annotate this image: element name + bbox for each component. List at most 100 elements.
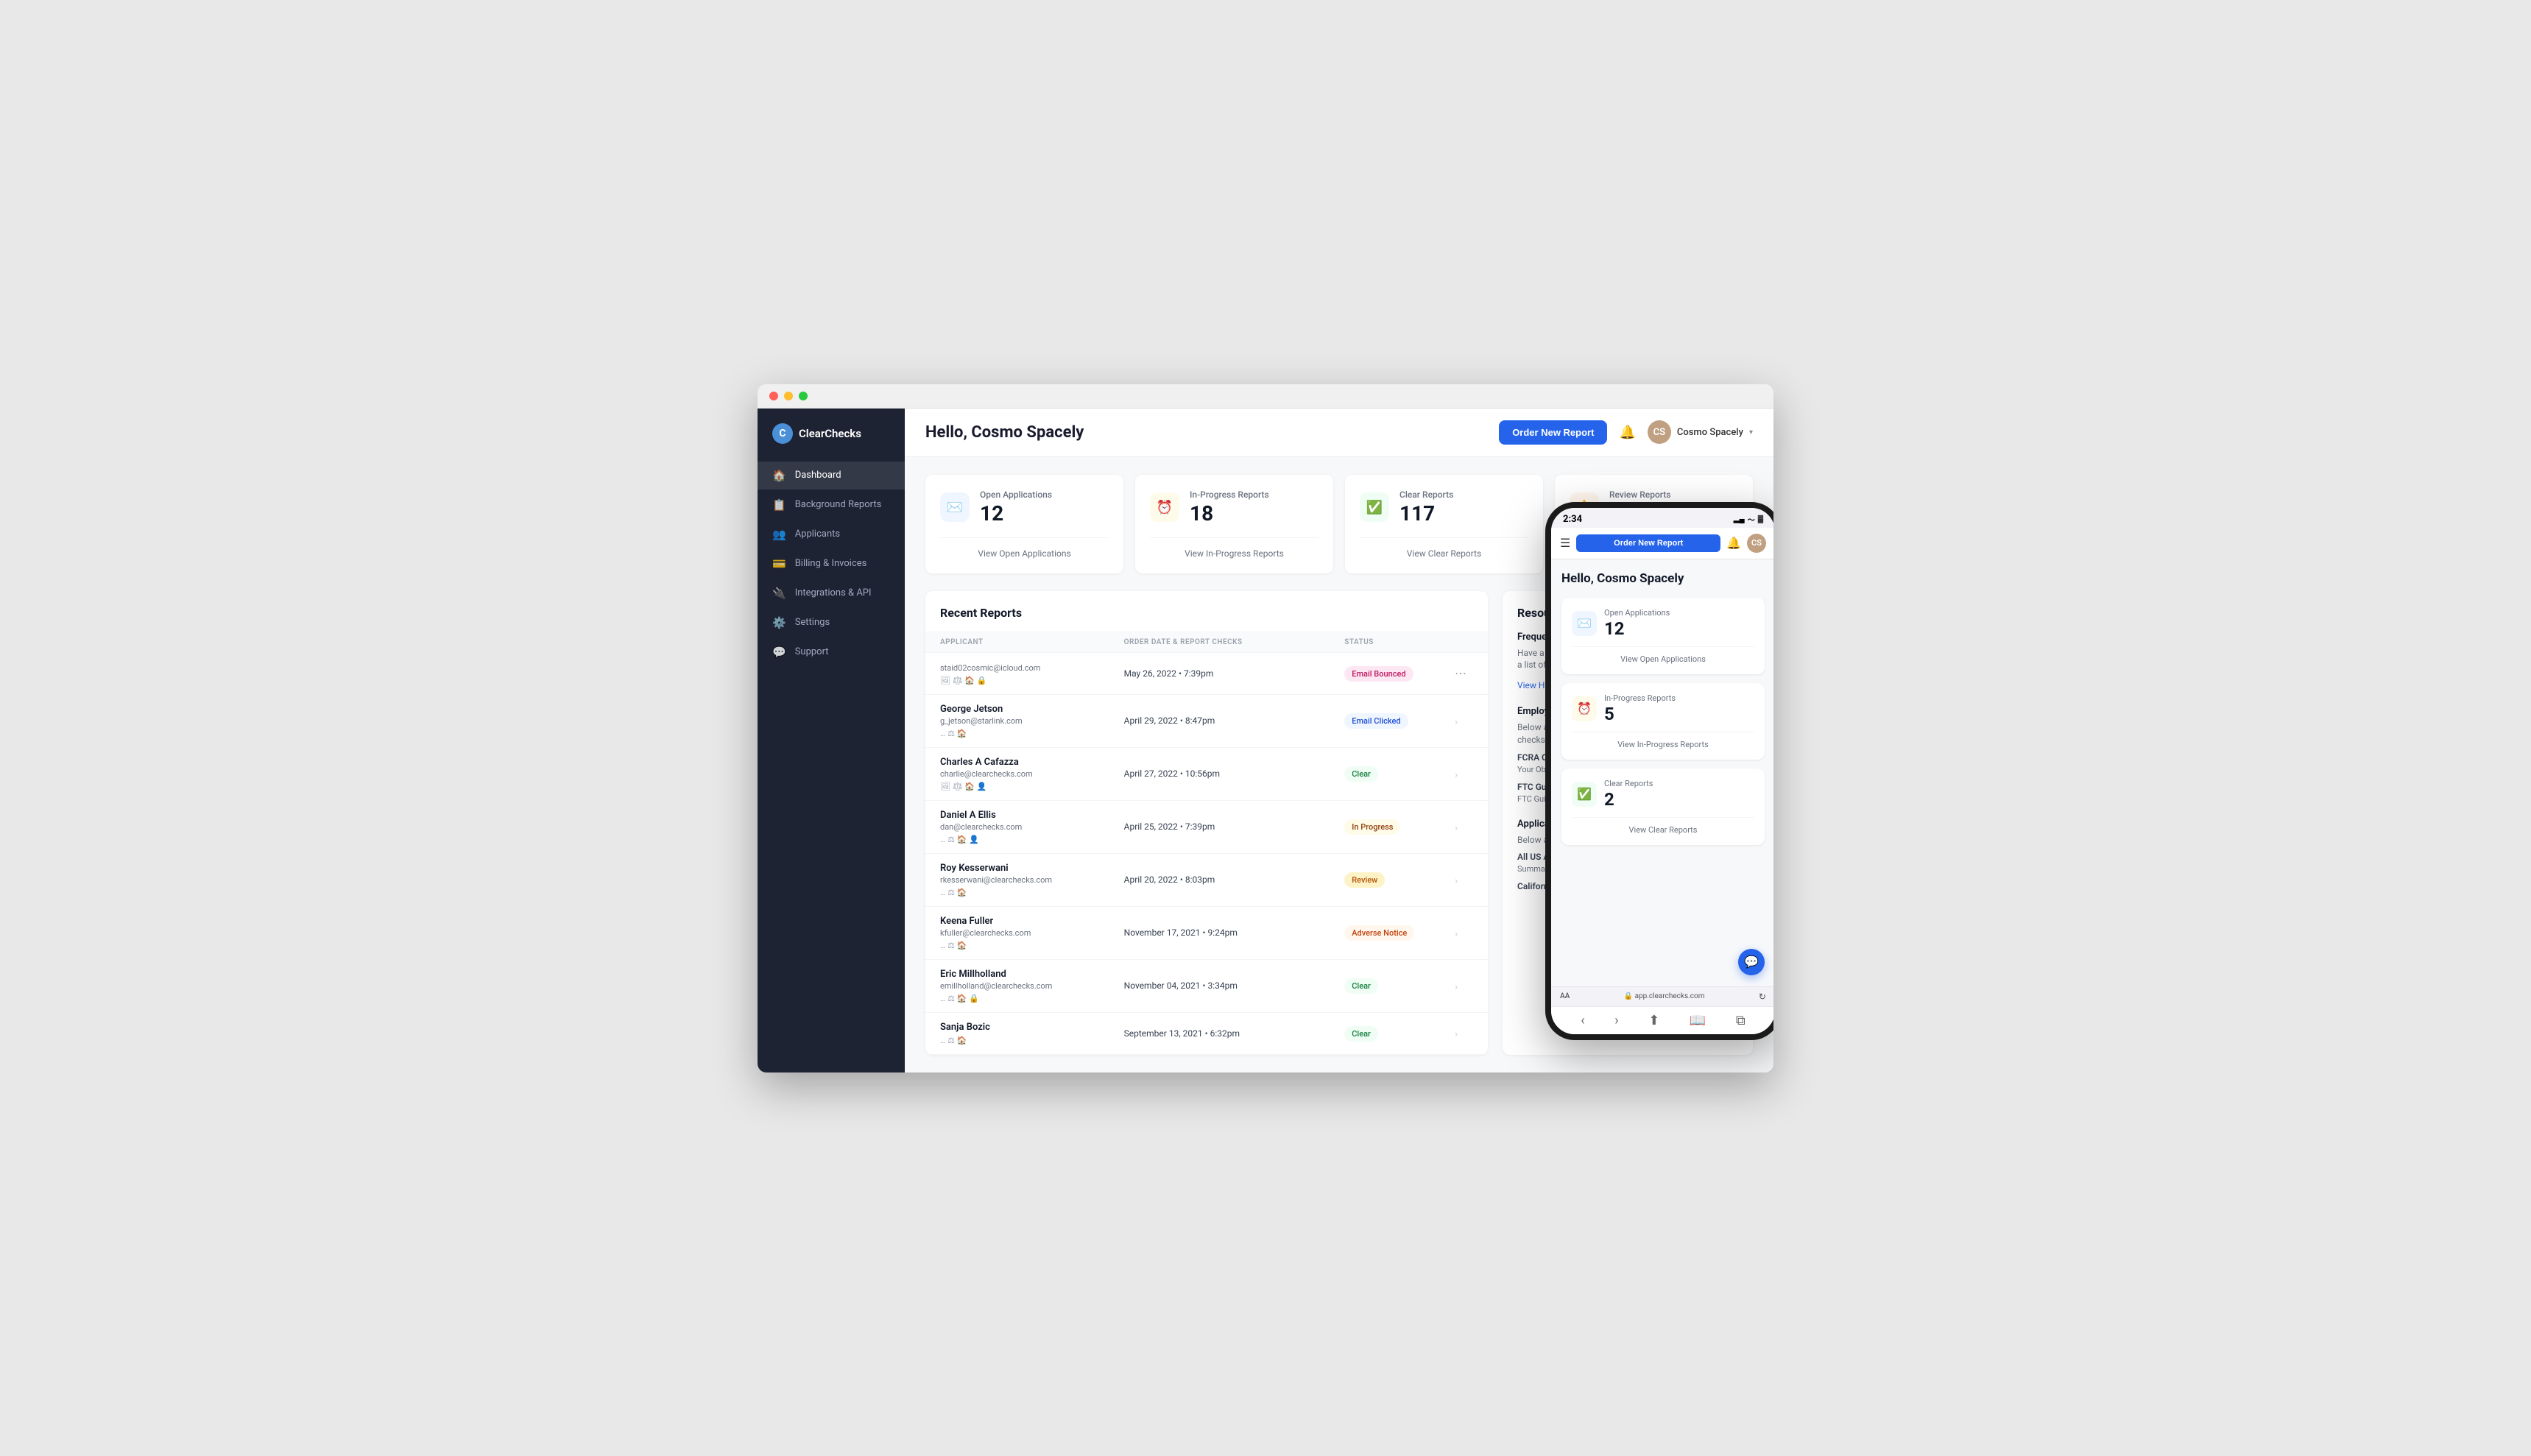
status-cell: Clear <box>1344 1025 1455 1042</box>
table-row[interactable]: Sanja Bozic … ⚖ 🏠 September 13, 2021 • 6… <box>925 1013 1488 1055</box>
mobile-share-icon[interactable]: ⬆ <box>1648 1013 1659 1028</box>
applicant-name: Daniel A Ellis <box>940 810 1124 821</box>
sidebar: C ClearChecks 🏠 Dashboard 📋 Background R… <box>758 409 905 1072</box>
stat-label: Review Reports <box>1609 490 1670 500</box>
th-actions <box>1455 638 1473 646</box>
mobile-order-button[interactable]: Order New Report <box>1576 534 1720 552</box>
browser-window: C ClearChecks 🏠 Dashboard 📋 Background R… <box>758 384 1773 1072</box>
order-date-cell: May 26, 2022 • 7:39pm <box>1124 668 1345 679</box>
applicant-email: kfuller@clearchecks.com <box>940 928 1124 938</box>
mobile-aa-label[interactable]: AA <box>1560 992 1570 1000</box>
stat-label: In-Progress Reports <box>1190 490 1269 500</box>
order-new-report-button[interactable]: Order New Report <box>1499 420 1607 445</box>
mobile-reload-icon[interactable]: ↻ <box>1759 992 1766 1002</box>
mobile-menu-icon[interactable]: ☰ <box>1560 536 1570 550</box>
status-badge: Email Clicked <box>1344 713 1408 729</box>
table-header: Applicant Order Date & Report Checks Sta… <box>925 632 1488 653</box>
applicant-cell: Roy Kesserwani rkesserwani@clearchecks.c… <box>940 863 1124 897</box>
table-row[interactable]: staid02cosmic@icloud.com 🖼 ⚖ 🏠 🔒 May 26,… <box>925 653 1488 695</box>
order-date-cell: September 13, 2021 • 6:32pm <box>1124 1028 1345 1039</box>
mobile-view-clear-link[interactable]: View Clear Reports <box>1572 817 1754 835</box>
status-cell: Review <box>1344 872 1455 888</box>
recent-reports-title: Recent Reports <box>925 591 1488 632</box>
table-row[interactable]: Charles A Cafazza charlie@clearchecks.co… <box>925 748 1488 801</box>
table-row[interactable]: Roy Kesserwani rkesserwani@clearchecks.c… <box>925 854 1488 907</box>
chevron-right-icon: › <box>1455 928 1458 940</box>
more-options-icon[interactable]: ⋯ <box>1455 666 1466 680</box>
sidebar-item-label: Integrations & API <box>795 587 872 598</box>
mobile-view-in-progress-link[interactable]: View In-Progress Reports <box>1572 732 1754 749</box>
order-date-cell: April 27, 2022 • 10:56pm <box>1124 768 1345 779</box>
mobile-stat-info: Clear Reports 2 <box>1604 779 1653 810</box>
order-date: April 20, 2022 • 8:03pm <box>1124 874 1345 885</box>
mobile-clock-icon: ⏰ <box>1572 696 1597 721</box>
logo-text: ClearChecks <box>799 427 861 440</box>
stat-value: 12 <box>980 501 1052 526</box>
applicant-cell: Sanja Bozic … ⚖ 🏠 <box>940 1022 1124 1045</box>
applicant-icons: … ⚖ 🏠 <box>940 729 1124 738</box>
table-row[interactable]: Daniel A Ellis dan@clearchecks.com … ⚖ 🏠… <box>925 801 1488 854</box>
mobile-stat-top: ✉️ Open Applications 12 <box>1572 608 1754 639</box>
mobile-back-icon[interactable]: ‹ <box>1581 1013 1584 1028</box>
status-badge: Adverse Notice <box>1344 925 1414 941</box>
sidebar-item-settings[interactable]: ⚙️ Settings <box>758 609 905 637</box>
mobile-stat-label: In-Progress Reports <box>1604 693 1676 703</box>
close-button[interactable] <box>769 392 778 400</box>
status-badge: Email Bounced <box>1344 666 1413 682</box>
mobile-notification-icon[interactable]: 🔔 <box>1726 536 1741 550</box>
notification-icon[interactable]: 🔔 <box>1619 425 1635 440</box>
mobile-time: 2:34 <box>1563 514 1582 525</box>
sidebar-item-integrations[interactable]: 🔌 Integrations & API <box>758 579 905 607</box>
view-in-progress-link[interactable]: View In-Progress Reports <box>1150 537 1319 559</box>
order-date: November 04, 2021 • 3:34pm <box>1124 980 1345 991</box>
actions-cell: › <box>1455 873 1473 887</box>
view-clear-reports-link[interactable]: View Clear Reports <box>1360 537 1528 559</box>
th-applicant: Applicant <box>940 638 1124 646</box>
mobile-forward-icon[interactable]: › <box>1614 1013 1618 1028</box>
status-badge: Clear <box>1344 978 1378 994</box>
view-open-applications-link[interactable]: View Open Applications <box>940 537 1109 559</box>
user-menu[interactable]: CS Cosmo Spacely ▾ <box>1648 420 1753 444</box>
open-applications-icon-wrap: ✉️ <box>940 492 970 522</box>
th-order-date: Order Date & Report Checks <box>1124 638 1345 646</box>
sidebar-item-support[interactable]: 💬 Support <box>758 638 905 666</box>
api-icon: 🔌 <box>772 587 786 600</box>
mobile-status-bar: 2:34 ▂▄ 〜 ▓ <box>1551 508 1773 528</box>
mobile-chat-button[interactable]: 💬 <box>1738 949 1765 975</box>
battery-icon: ▓ <box>1758 515 1763 523</box>
browser-titlebar <box>758 384 1773 409</box>
status-cell: Email Clicked <box>1344 713 1455 729</box>
gear-icon: ⚙️ <box>772 616 786 629</box>
mobile-bookmarks-icon[interactable]: 📖 <box>1690 1013 1706 1028</box>
table-row[interactable]: Eric Millholland emillholland@clearcheck… <box>925 960 1488 1013</box>
mobile-url-bar: AA 🔒 app.clearchecks.com ↻ <box>1551 986 1773 1006</box>
status-badge: In Progress <box>1344 819 1400 835</box>
order-date-cell: April 20, 2022 • 8:03pm <box>1124 874 1345 885</box>
clipboard-icon: 📋 <box>772 498 786 512</box>
mobile-stat-top: ✅ Clear Reports 2 <box>1572 779 1754 810</box>
sidebar-item-label: Applicants <box>795 529 840 540</box>
actions-cell: › <box>1455 979 1473 993</box>
mobile-envelope-icon: ✉️ <box>1572 611 1597 636</box>
mobile-url-text: 🔒 app.clearchecks.com <box>1624 992 1705 1000</box>
sidebar-item-billing[interactable]: 💳 Billing & Invoices <box>758 550 905 578</box>
chevron-right-icon: › <box>1455 822 1458 834</box>
mobile-stat-label: Open Applications <box>1604 608 1670 618</box>
mobile-stat-top: ⏰ In-Progress Reports 5 <box>1572 693 1754 724</box>
checkmark-icon: ✅ <box>1366 500 1383 515</box>
actions-cell: › <box>1455 820 1473 834</box>
sidebar-item-background-reports[interactable]: 📋 Background Reports <box>758 491 905 519</box>
table-row[interactable]: George Jetson g_jetson@starlink.com … ⚖ … <box>925 695 1488 748</box>
billing-icon: 💳 <box>772 557 786 570</box>
sidebar-item-dashboard[interactable]: 🏠 Dashboard <box>758 462 905 490</box>
applicant-icons: … ⚖ 🏠 👤 <box>940 835 1124 844</box>
status-cell: Clear <box>1344 766 1455 782</box>
minimize-button[interactable] <box>784 392 793 400</box>
sidebar-item-applicants[interactable]: 👥 Applicants <box>758 520 905 548</box>
mobile-tabs-icon[interactable]: ⧉ <box>1736 1013 1745 1028</box>
stat-card-top: ⏰ In-Progress Reports 18 <box>1150 490 1319 526</box>
maximize-button[interactable] <box>799 392 808 400</box>
table-row[interactable]: Keena Fuller kfuller@clearchecks.com … ⚖… <box>925 907 1488 960</box>
mobile-view-open-link[interactable]: View Open Applications <box>1572 646 1754 664</box>
actions-cell: ⋯ <box>1455 666 1473 680</box>
